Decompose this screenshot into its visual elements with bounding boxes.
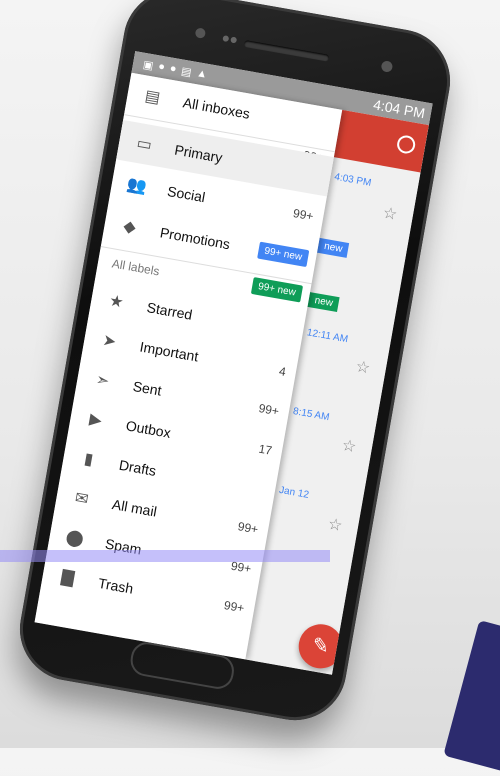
background-decoration <box>443 620 500 776</box>
email-time: Jan 12 <box>278 484 310 501</box>
outbox-icon: ▶ <box>88 410 104 430</box>
drawer-item-label: Social <box>166 182 207 206</box>
drawer-item-label: Starred <box>145 299 194 323</box>
inboxes-icon: ▤ <box>143 87 162 107</box>
inbox-icon: ▭ <box>135 134 154 155</box>
section-label: All labels <box>110 256 161 279</box>
new-badge: 99+ new <box>257 241 310 267</box>
drawer-item-label: All mail <box>110 496 159 520</box>
drawer-item-label: Outbox <box>124 417 173 441</box>
drawer-item-label: All inboxes <box>181 94 252 122</box>
email-time: 12:11 AM <box>306 327 349 346</box>
mail-icon: ✉ <box>73 489 90 509</box>
send-icon: ➣ <box>94 371 111 391</box>
drawer-item-label: Important <box>138 338 200 365</box>
trash-icon: ▇ <box>60 568 76 588</box>
notification-icon: ▣ <box>142 58 155 72</box>
item-count: 99+ <box>222 598 246 616</box>
search-icon[interactable] <box>395 134 417 155</box>
item-count: 99+ <box>291 206 315 224</box>
tag-icon: ◆ <box>122 217 138 237</box>
star-icon[interactable]: ☆ <box>354 356 372 378</box>
star-icon[interactable]: ☆ <box>326 514 344 536</box>
item-count: 17 <box>257 441 274 458</box>
drawer-item-label: Trash <box>96 574 135 597</box>
people-icon: 👥 <box>125 175 149 196</box>
smartphone: ▣ ● ● ▤ ▲ 4:04 PM 4:03 PM ☆ new new 12:1… <box>11 0 459 729</box>
spam-icon: ⬤ <box>64 528 86 549</box>
phone-screen: ▣ ● ● ▤ ▲ 4:04 PM 4:03 PM ☆ new new 12:1… <box>34 51 433 675</box>
notification-icon: ● <box>168 61 178 75</box>
important-icon: ➤ <box>101 331 118 352</box>
draft-icon: ▮ <box>82 450 95 469</box>
item-count: 99+ <box>236 519 260 537</box>
email-time: 8:15 AM <box>292 406 331 424</box>
warning-icon: ▲ <box>195 66 209 81</box>
drawer-item-label: Sent <box>131 377 163 399</box>
item-count: 4 <box>278 364 288 379</box>
star-icon[interactable]: ☆ <box>381 203 399 225</box>
new-badge: new <box>317 237 350 258</box>
front-camera-icon <box>380 60 394 73</box>
star-icon[interactable]: ☆ <box>340 435 358 457</box>
drawer-item-label: Drafts <box>117 456 158 479</box>
new-badge: new <box>307 292 340 313</box>
notification-icon: ● <box>157 59 167 73</box>
camera-icon <box>194 27 207 39</box>
notification-icon: ▤ <box>180 64 193 79</box>
highlight-overlay <box>0 550 330 562</box>
item-count: 99+ <box>257 401 281 419</box>
star-icon: ★ <box>107 292 125 312</box>
compose-button[interactable]: ✎ <box>295 620 347 672</box>
sensor-dot <box>230 36 238 44</box>
earpiece <box>243 39 330 62</box>
sensor-dot <box>222 35 230 43</box>
drawer-item-label: Primary <box>173 141 224 166</box>
drawer-item-label: Promotions <box>158 224 232 253</box>
email-time: 4:03 PM <box>333 171 373 189</box>
